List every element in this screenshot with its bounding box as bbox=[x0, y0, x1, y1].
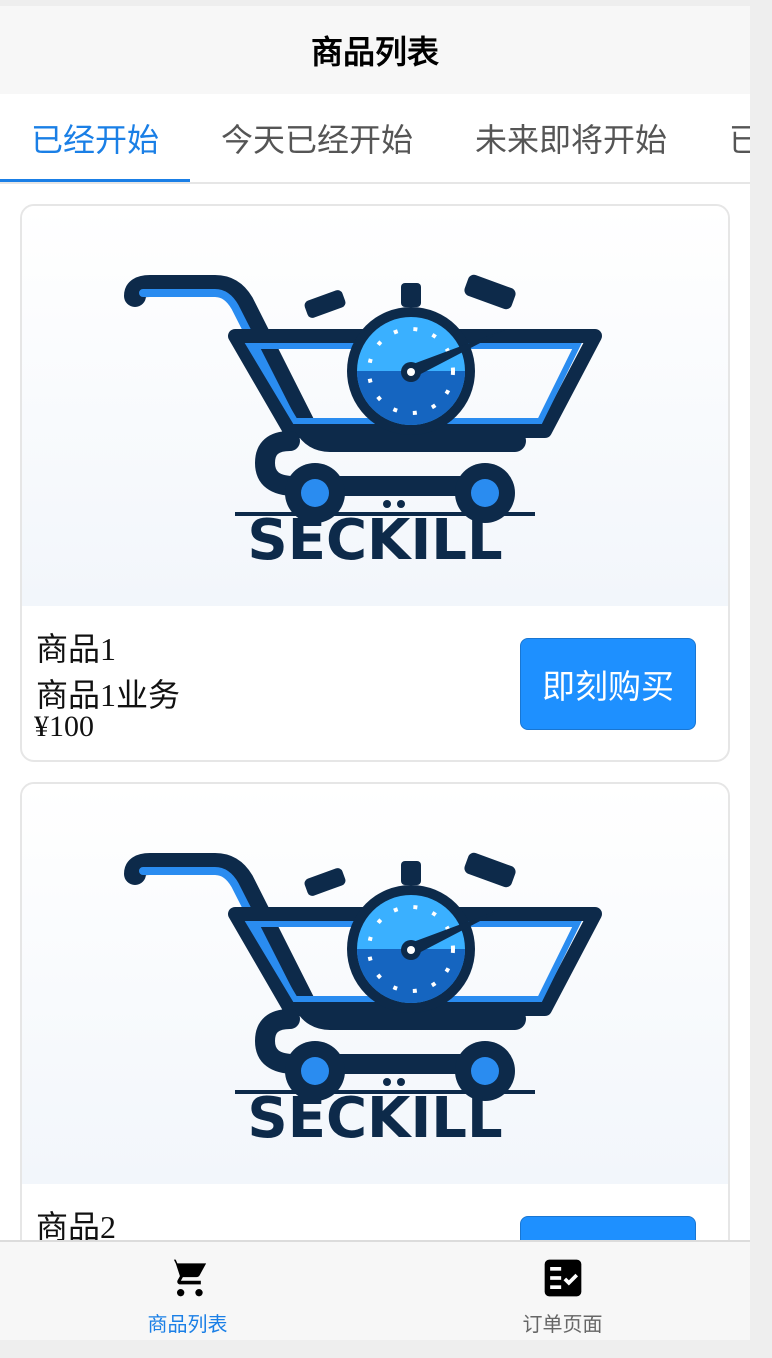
order-list-icon bbox=[544, 1259, 581, 1297]
app-screen: 商品列表 已经开始 今天已经开始 未来即将开始 已 bbox=[0, 6, 750, 1340]
product-card: SECKILL 商品2 bbox=[20, 782, 730, 1242]
navbar: 商品列表 bbox=[0, 6, 750, 94]
cart-logo-icon bbox=[124, 274, 602, 523]
cart-logo-icon bbox=[124, 852, 602, 1101]
product-image: SECKILL bbox=[22, 784, 728, 1184]
bottom-tab-label: 商品列表 bbox=[147, 1314, 228, 1336]
product-name: 商品2 bbox=[36, 1209, 117, 1242]
tab-started-today[interactable]: 今天已经开始 bbox=[190, 94, 444, 182]
product-image: SECKILL bbox=[22, 206, 728, 606]
logo-text: SECKILL bbox=[247, 1086, 502, 1149]
product-name: 商品1 bbox=[36, 631, 117, 667]
bottom-tab-orders[interactable]: 订单页面 bbox=[375, 1242, 750, 1340]
buy-now-button[interactable]: 即刻购买 bbox=[520, 638, 696, 730]
seckill-logo: SECKILL bbox=[124, 852, 602, 1149]
logo-text: SECKILL bbox=[247, 508, 502, 571]
tab-ended[interactable]: 已 bbox=[698, 94, 750, 182]
product-list[interactable]: SECKILL 商品1 商品1业务 ¥100 即刻购买 SECKILL 商品2 bbox=[0, 204, 750, 1242]
cart-icon bbox=[167, 1259, 206, 1297]
product-card: SECKILL 商品1 商品1业务 ¥100 即刻购买 bbox=[20, 204, 730, 762]
tab-started[interactable]: 已经开始 bbox=[0, 94, 191, 182]
tab-upcoming[interactable]: 未来即将开始 bbox=[444, 94, 698, 182]
buy-now-button[interactable] bbox=[520, 1216, 696, 1242]
product-info: 商品2 bbox=[22, 1184, 728, 1242]
bottom-tab-bar: 商品列表 订单页面 bbox=[0, 1240, 750, 1340]
seckill-logo: SECKILL bbox=[124, 274, 602, 571]
product-info: 商品1 商品1业务 ¥100 即刻购买 bbox=[22, 606, 728, 760]
bottom-tab-product-list[interactable]: 商品列表 bbox=[0, 1242, 375, 1340]
product-price: ¥100 bbox=[34, 710, 94, 743]
page-title: 商品列表 bbox=[310, 34, 439, 70]
bottom-tab-label: 订单页面 bbox=[522, 1314, 603, 1336]
tab-bar: 已经开始 今天已经开始 未来即将开始 已 bbox=[0, 94, 750, 184]
